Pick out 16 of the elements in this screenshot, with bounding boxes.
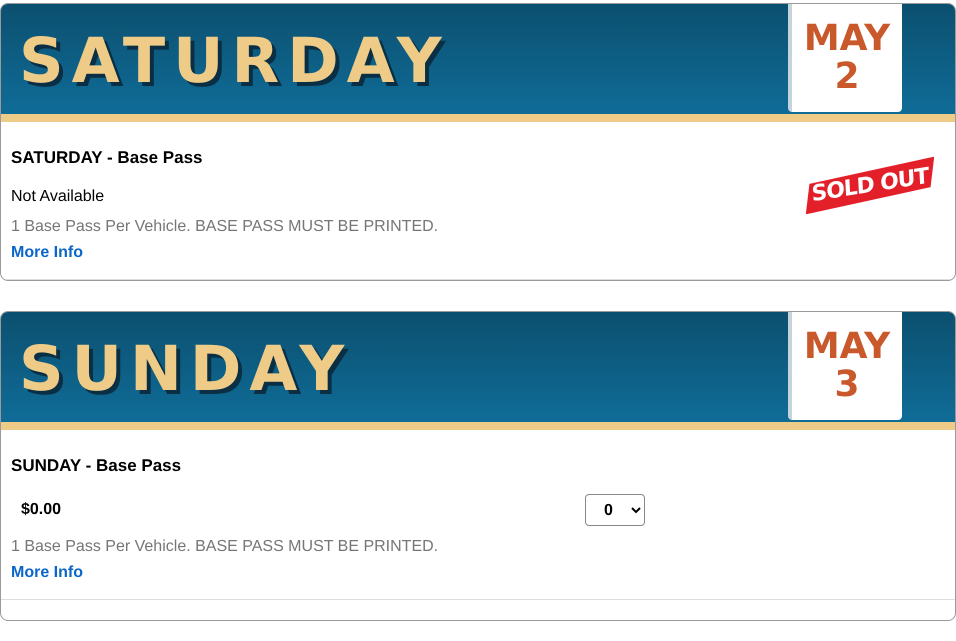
day-name: SUNDAY [19,332,352,404]
pass-title: SATURDAY - Base Pass [11,148,204,168]
date-day: 2 [834,58,860,96]
more-info-link[interactable]: More Info [11,244,83,262]
sold-out-stamp: SOLD OUT [804,156,936,214]
date-month: MAY [804,328,890,366]
pass-price: $0.00 [21,501,62,519]
more-info-link[interactable]: More Info [11,564,83,582]
pass-description: 1 Base Pass Per Vehicle. BASE PASS MUST BE PRINTED. [11,218,440,236]
quantity-select[interactable]: 0 [585,494,645,526]
availability-status: Not Available [11,188,104,206]
date-day: 3 [834,366,860,404]
date-month: MAY [804,20,890,58]
pass-description: 1 Base Pass Per Vehicle. BASE PASS MUST BE PRINTED. [11,538,440,556]
day-name: SATURDAY [19,24,450,96]
pass-title: SUNDAY - Base Pass [11,456,182,476]
